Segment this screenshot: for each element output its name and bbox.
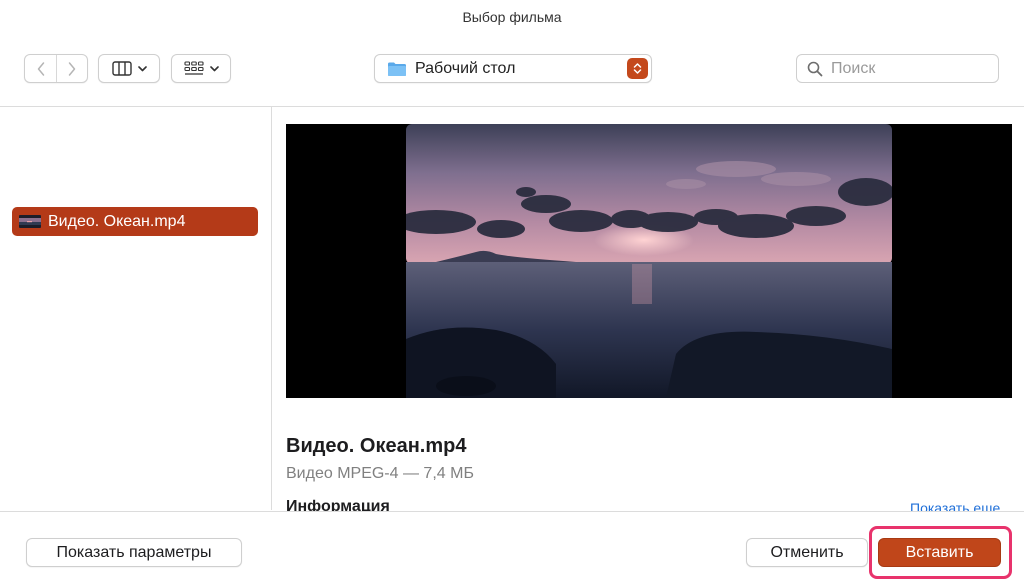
preview-file-meta: Видео MPEG-4 — 7,4 МБ bbox=[286, 465, 474, 482]
navigation-control bbox=[24, 54, 88, 83]
location-popup[interactable]: Рабочий стол bbox=[374, 54, 652, 83]
file-list bbox=[0, 107, 271, 510]
search-field bbox=[796, 54, 999, 83]
list-item[interactable]: Видео. Океан.mp4 bbox=[12, 207, 258, 236]
search-input[interactable] bbox=[831, 59, 991, 78]
grid-icon bbox=[183, 60, 204, 75]
location-label: Рабочий стол bbox=[415, 59, 516, 77]
dialog-title: Выбор фильма bbox=[462, 9, 562, 25]
forward-button[interactable] bbox=[56, 55, 87, 82]
popup-stepper[interactable] bbox=[627, 58, 648, 79]
back-button[interactable] bbox=[25, 55, 56, 82]
info-section: Информация Показать еще bbox=[286, 495, 1016, 512]
insert-button[interactable]: Вставить bbox=[878, 538, 1001, 567]
chevron-left-icon bbox=[37, 61, 44, 76]
video-preview bbox=[286, 124, 1012, 398]
file-name: Видео. Океан.mp4 bbox=[48, 212, 186, 230]
show-options-button[interactable]: Показать параметры bbox=[26, 538, 242, 567]
columns-icon bbox=[111, 61, 132, 76]
preview-file-name: Видео. Океан.mp4 bbox=[286, 435, 467, 457]
chevron-down-icon bbox=[137, 65, 147, 71]
ocean-sunset-image bbox=[406, 124, 892, 398]
video-thumbnail-icon bbox=[19, 215, 41, 228]
folder-icon bbox=[388, 62, 406, 76]
info-heading: Информация bbox=[286, 498, 390, 512]
chevron-up-down-icon bbox=[633, 63, 642, 74]
group-view-button[interactable] bbox=[171, 54, 231, 83]
search-icon bbox=[807, 61, 823, 76]
chevron-down-icon bbox=[209, 65, 219, 71]
footer-divider bbox=[0, 511, 1024, 512]
chevron-right-icon bbox=[68, 61, 76, 76]
pane-divider[interactable] bbox=[271, 107, 272, 510]
column-view-button[interactable] bbox=[98, 54, 160, 83]
cancel-button[interactable]: Отменить bbox=[746, 538, 868, 567]
